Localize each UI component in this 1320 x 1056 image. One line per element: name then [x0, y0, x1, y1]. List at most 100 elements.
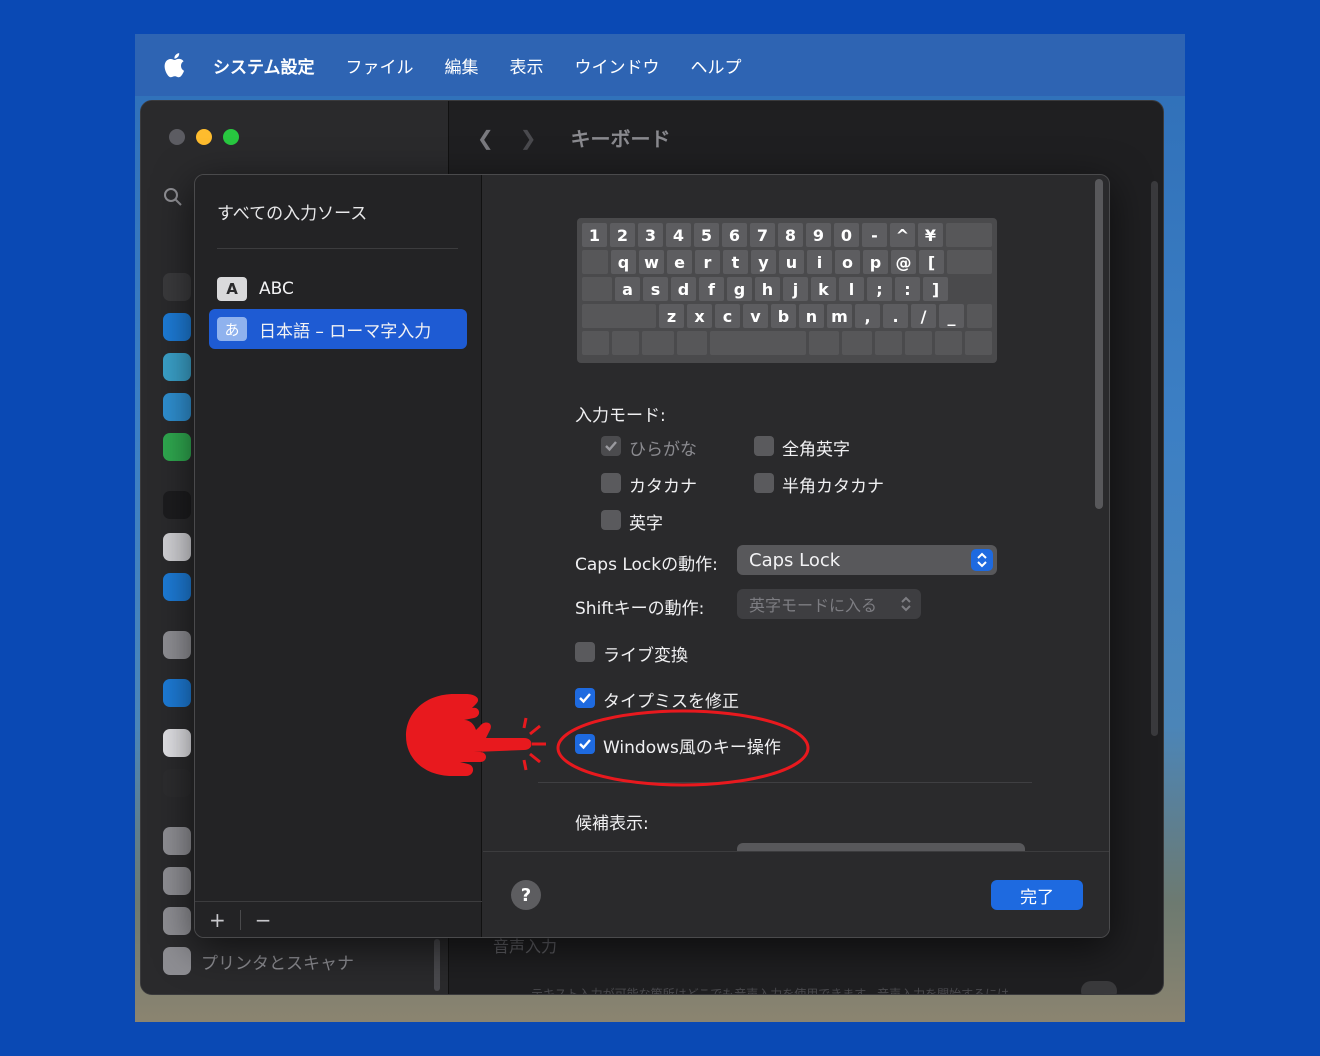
menu-edit[interactable]: 編集	[445, 53, 479, 78]
checkbox-label: 全角英字	[782, 440, 850, 460]
menu-view[interactable]: 表示	[510, 53, 544, 78]
keyboard-icon[interactable]	[163, 827, 191, 855]
keyboard-key: [	[919, 250, 944, 274]
source-list-footer: + −	[195, 901, 482, 937]
source-item-japanese[interactable]: あ 日本語 – ローマ字入力	[209, 309, 467, 349]
lock-icon[interactable]	[163, 491, 191, 519]
keyboard-key: 6	[722, 223, 747, 247]
passwords-icon[interactable]	[163, 631, 191, 659]
sidebar-item-printers[interactable]: プリンタとスキャナ	[163, 947, 354, 975]
keyboard-key: a	[615, 277, 640, 301]
checkbox-label: 英字	[629, 514, 663, 534]
battery-icon[interactable]	[163, 433, 191, 461]
keyboard-key: ;	[867, 277, 892, 301]
source-label: 日本語 – ローマ字入力	[259, 321, 432, 342]
keyboard-row: z x c v b n m,. / _	[582, 304, 992, 328]
input-modes-label: 入力モード:	[575, 406, 666, 426]
checkbox-label: 半角カタカナ	[782, 477, 884, 497]
checkbox-live-conversion[interactable]	[575, 642, 595, 662]
close-button[interactable]	[169, 129, 185, 145]
mouse-icon[interactable]	[163, 867, 191, 895]
remove-source-button[interactable]: −	[255, 908, 272, 932]
keyboard-row: a s d f g h j k l;:]	[582, 277, 992, 301]
keyboard-key: s	[643, 277, 668, 301]
back-icon[interactable]: ❮	[477, 126, 494, 150]
keyboard-key: o	[835, 250, 860, 274]
keyboard-key	[582, 277, 612, 301]
keyboard-key: 3	[638, 223, 663, 247]
checkbox-typo-fix[interactable]	[575, 688, 595, 708]
keyboard-key: h	[755, 277, 780, 301]
keyboard-key: 4	[666, 223, 691, 247]
keyboard-key: v	[743, 304, 768, 328]
forward-icon[interactable]: ❯	[520, 126, 537, 150]
screensaver-icon[interactable]	[163, 353, 191, 381]
checkbox-roman[interactable]	[601, 510, 621, 530]
checkbox-halfwidth-katakana[interactable]	[754, 473, 774, 493]
keyboard-row: q w e r t y u i o p @[	[582, 250, 992, 274]
keyboard-key: ^	[890, 223, 915, 247]
keyboard-key: g	[727, 277, 752, 301]
capslock-popup[interactable]: Caps Lock	[737, 545, 997, 575]
window-controls	[169, 129, 239, 145]
keyboard-key: k	[811, 277, 836, 301]
menu-file[interactable]: ファイル	[346, 53, 414, 78]
users-icon[interactable]	[163, 573, 191, 601]
keyboard-key: :	[895, 277, 920, 301]
wallet-icon[interactable]	[163, 769, 191, 797]
shift-label: Shiftキーの動作:	[575, 599, 705, 619]
keyboard-key	[875, 331, 902, 355]
highlight-ellipse	[556, 709, 810, 787]
capslock-value: Caps Lock	[749, 549, 841, 571]
minimize-button[interactable]	[196, 129, 212, 145]
checkbox-katakana[interactable]	[601, 473, 621, 493]
chevron-updown-icon	[971, 549, 993, 571]
menu-help[interactable]: ヘルプ	[691, 53, 742, 78]
internet-accounts-icon[interactable]	[163, 679, 191, 707]
menu-window[interactable]: ウインドウ	[575, 53, 660, 78]
printer-icon	[163, 947, 191, 975]
keyboard-key	[677, 331, 707, 355]
dictation-toggle[interactable]	[1081, 981, 1117, 994]
sheet-footer: ? 完了	[483, 851, 1109, 937]
checkbox-fullwidth-roman[interactable]	[754, 436, 774, 456]
menu-app-name[interactable]: システム設定	[213, 53, 315, 78]
sources-title: すべての入力ソース	[217, 204, 368, 224]
keyboard-key: f	[699, 277, 724, 301]
wallpaper-icon[interactable]	[163, 393, 191, 421]
keyboard-key: ]	[923, 277, 948, 301]
keyboard-key: _	[939, 304, 964, 328]
input-sources-sheet: すべての入力ソース A ABC あ 日本語 – ローマ字入力 + − 12345…	[194, 174, 1110, 938]
keyboard-key: 8	[778, 223, 803, 247]
add-source-button[interactable]: +	[209, 908, 226, 932]
keyboard-key: i	[807, 250, 832, 274]
main-scrollbar[interactable]	[1151, 181, 1158, 736]
keyboard-key: u	[779, 250, 804, 274]
apple-menu-icon[interactable]	[163, 52, 185, 78]
keyboard-key	[905, 331, 932, 355]
search-icon[interactable]	[163, 187, 183, 207]
source-item-abc[interactable]: A ABC	[209, 269, 467, 309]
done-button[interactable]: 完了	[991, 880, 1083, 910]
keyboard-key: /	[911, 304, 936, 328]
display-icon[interactable]	[163, 273, 191, 301]
checkmark-icon	[605, 441, 617, 452]
trackpad-icon[interactable]	[163, 907, 191, 935]
touch-id-icon[interactable]	[163, 533, 191, 561]
keyboard-key: @	[891, 250, 916, 274]
keyboard-key	[582, 331, 609, 355]
keyboard-key: n	[799, 304, 824, 328]
sheet-scrollbar[interactable]	[1095, 179, 1103, 509]
keyboard-key: m	[827, 304, 852, 328]
help-button[interactable]: ?	[511, 880, 541, 910]
keyboard-key	[935, 331, 962, 355]
checkbox-hiragana[interactable]	[601, 436, 621, 456]
game-center-icon[interactable]	[163, 729, 191, 757]
sidebar-scrollbar[interactable]	[434, 939, 440, 991]
keyboard-key: 1	[582, 223, 607, 247]
zoom-button[interactable]	[223, 129, 239, 145]
brightness-icon[interactable]	[163, 313, 191, 341]
shift-popup[interactable]: 英字モードに入る	[737, 589, 921, 619]
keyboard-key: w	[639, 250, 664, 274]
keyboard-key: 5	[694, 223, 719, 247]
